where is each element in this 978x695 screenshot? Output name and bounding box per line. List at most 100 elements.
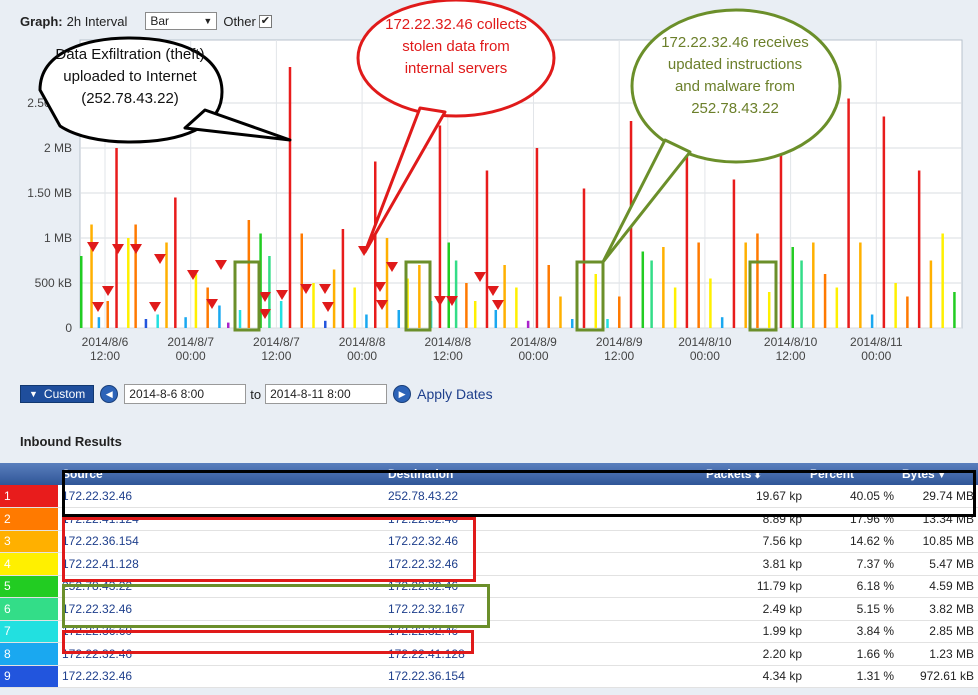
source-header-label: Source: [62, 467, 103, 481]
row-source[interactable]: 172.22.32.46: [58, 485, 384, 508]
table-row[interactable]: 1 172.22.32.46 252.78.43.22 19.67 kp 40.05 %…: [0, 485, 978, 508]
row-source[interactable]: 172.22.32.46: [58, 665, 384, 688]
chart-bar: [870, 314, 874, 328]
row-bytes: 13.34 MB: [898, 507, 978, 531]
row-rank: 4: [0, 552, 58, 576]
apply-dates-link[interactable]: Apply Dates: [417, 386, 492, 402]
chart-bar: [447, 242, 450, 328]
x-tick-time: 12:00: [261, 349, 291, 363]
row-source[interactable]: 172.22.41.128: [58, 552, 384, 576]
chart-bar: [618, 296, 621, 328]
row-bytes: 3.82 MB: [898, 597, 978, 621]
chart-bar: [341, 229, 345, 328]
table-row[interactable]: 8 172.22.32.46 172.22.41.128 2.20 kp 1.66 % 1…: [0, 642, 978, 666]
callout-malware-text: 172.22.32.46 receives updated instructio…: [661, 34, 809, 117]
row-destination[interactable]: 252.78.43.22: [384, 485, 702, 508]
row-source[interactable]: 172.22.36.154: [58, 530, 384, 553]
x-tick-time: 00:00: [690, 349, 720, 363]
chart-bar: [106, 301, 109, 328]
row-source[interactable]: 172.22.41.124: [58, 507, 384, 531]
row-bytes: 10.85 MB: [898, 530, 978, 553]
x-tick-date: 2014/8/6: [82, 335, 129, 349]
x-tick-date: 2014/8/8: [424, 335, 471, 349]
apply-dates-icon-button[interactable]: ▶: [393, 385, 412, 403]
table-row[interactable]: 6 172.22.32.46 172.22.32.167 2.49 kp 5.15 % 3…: [0, 597, 978, 621]
x-tick-time: 00:00: [347, 349, 377, 363]
row-packets: 19.67 kp: [702, 485, 806, 508]
percent-header-label: Percent: [810, 467, 855, 481]
chart-bar: [594, 274, 597, 328]
chevron-down-icon: ▼: [203, 16, 213, 26]
chart-bar: [494, 310, 498, 328]
chart-bar: [312, 283, 315, 328]
table-row[interactable]: 4 172.22.41.128 172.22.32.46 3.81 kp 7.37 % 5…: [0, 552, 978, 576]
row-packets: 2.20 kp: [702, 642, 806, 666]
start-date-input[interactable]: 2014-8-6 8:00: [124, 384, 247, 404]
custom-range-button[interactable]: ▼ Custom: [20, 385, 95, 403]
table-row[interactable]: 9 172.22.32.46 172.22.36.154 4.34 kp 1.31 % 9…: [0, 665, 978, 688]
table-row[interactable]: 3 172.22.36.154 172.22.32.46 7.56 kp 14.62 %…: [0, 530, 978, 553]
end-date-input[interactable]: 2014-8-11 8:00: [265, 384, 388, 404]
row-bytes: 2.85 MB: [898, 620, 978, 643]
chart-bar: [218, 305, 221, 328]
chart-bar: [547, 265, 550, 328]
table-row[interactable]: 5 252.78.43.22 172.22.32.46 11.79 kp 6.18 % 4…: [0, 575, 978, 598]
arrow-right-icon: ▶: [398, 388, 406, 399]
chart-bar: [485, 170, 489, 328]
row-packets: 4.34 kp: [702, 665, 806, 688]
chart-bar: [582, 188, 586, 328]
row-bytes: 1.23 MB: [898, 642, 978, 666]
row-rank: 8: [0, 642, 58, 666]
chart-bar: [503, 265, 506, 328]
rank-column-header: [0, 463, 58, 485]
chart-bar: [800, 260, 803, 328]
destination-column-header[interactable]: Destination: [384, 463, 702, 485]
row-destination[interactable]: 172.22.41.128: [384, 642, 702, 666]
table-row[interactable]: 7 172.22.36.60 172.22.32.46 1.99 kp 3.84 % 2.…: [0, 620, 978, 643]
percent-column-header[interactable]: Percent: [806, 463, 898, 485]
row-destination[interactable]: 172.22.32.46: [384, 575, 702, 598]
chart-bar: [709, 278, 712, 328]
row-bytes: 4.59 MB: [898, 575, 978, 598]
row-source[interactable]: 172.22.32.46: [58, 642, 384, 666]
row-destination[interactable]: 172.22.36.154: [384, 665, 702, 688]
row-destination[interactable]: 172.22.32.46: [384, 530, 702, 553]
table-row[interactable]: 2 172.22.41.124 172.22.32.46 8.89 kp 17.96 %…: [0, 507, 978, 531]
row-rank: 9: [0, 665, 58, 688]
chart-bar: [732, 179, 736, 328]
previous-range-button[interactable]: ◀: [100, 385, 119, 403]
row-source[interactable]: 172.22.36.60: [58, 620, 384, 643]
chart-bar: [144, 319, 148, 328]
chart-bar: [906, 296, 909, 328]
chart-bar: [570, 319, 574, 328]
row-source[interactable]: 172.22.32.46: [58, 597, 384, 621]
row-source[interactable]: 252.78.43.22: [58, 575, 384, 598]
row-destination[interactable]: 172.22.32.46: [384, 620, 702, 643]
x-tick-date: 2014/8/10: [678, 335, 732, 349]
row-destination[interactable]: 172.22.32.46: [384, 552, 702, 576]
chart-bar: [650, 260, 653, 328]
chart-bar: [374, 161, 377, 328]
x-tick-date: 2014/8/9: [510, 335, 557, 349]
row-percent: 14.62 %: [806, 530, 898, 553]
chart-bar: [165, 242, 168, 328]
packets-header-label: Packets: [706, 467, 752, 481]
chart-type-select[interactable]: Bar ▼: [145, 12, 218, 30]
row-destination[interactable]: 172.22.32.167: [384, 597, 702, 621]
custom-button-label: Custom: [43, 387, 86, 401]
chart-bar: [953, 292, 956, 328]
source-column-header[interactable]: Source: [58, 463, 384, 485]
chart-bar: [606, 319, 609, 328]
row-percent: 17.96 %: [806, 507, 898, 531]
chart-bar: [324, 320, 327, 328]
x-tick-time: 00:00: [176, 349, 206, 363]
y-tick-label: 500 kB: [35, 276, 72, 290]
chart-bar: [515, 287, 518, 328]
chart-bar: [535, 148, 539, 328]
packets-column-header[interactable]: Packets ⬍: [702, 463, 806, 485]
bytes-column-header[interactable]: Bytes ▼: [898, 463, 978, 485]
x-tick-time: 00:00: [518, 349, 548, 363]
row-destination[interactable]: 172.22.32.46: [384, 507, 702, 531]
other-checkbox[interactable]: ✔: [258, 14, 272, 28]
y-tick-label: 2 MB: [44, 141, 72, 155]
